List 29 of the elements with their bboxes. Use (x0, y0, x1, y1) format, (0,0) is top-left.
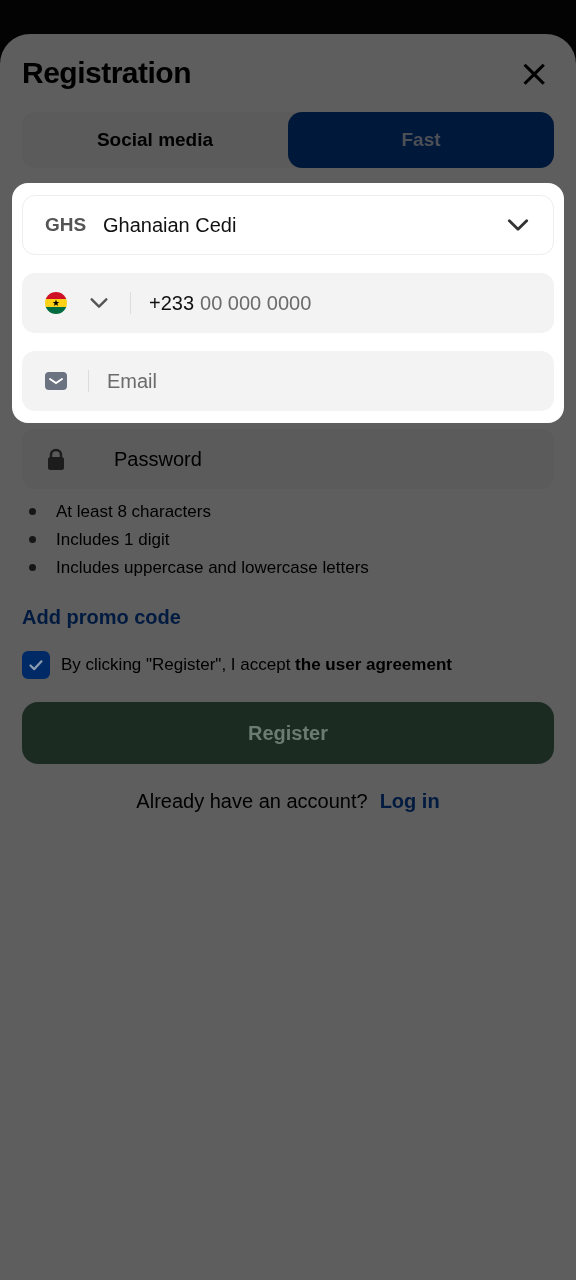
tab[interactable]: Fast (288, 112, 554, 168)
login-link[interactable]: Log in (379, 790, 440, 813)
promo-code-link[interactable]: Add promo code (22, 606, 554, 629)
tab[interactable]: Social media (22, 112, 288, 168)
bullet-icon (29, 508, 36, 515)
bullet-icon (29, 564, 36, 571)
sheet-title: Registration (22, 56, 192, 90)
envelope-icon (44, 369, 68, 393)
flag-icon (44, 291, 68, 315)
currency-name: Ghanaian Cedi (103, 213, 238, 237)
dial-code: +233 (149, 291, 195, 315)
register-button[interactable]: Register (22, 702, 554, 764)
phone-field[interactable]: +233 00 000 0000 (22, 273, 554, 333)
bullet-icon (29, 536, 36, 543)
requirement-text: Includes uppercase and lowercase letters (56, 557, 369, 578)
country-select-button[interactable] (44, 291, 110, 315)
requirement-text: At least 8 characters (56, 501, 211, 522)
currency-select[interactable]: GHS Ghanaian Cedi (22, 195, 554, 255)
password-field[interactable]: Password (22, 429, 554, 489)
phone-number-input[interactable]: 00 000 0000 (200, 291, 532, 315)
email-field[interactable]: Email (22, 351, 554, 411)
close-button[interactable]: × (514, 54, 554, 92)
currency-code: GHS (45, 214, 88, 236)
email-input[interactable]: Email (107, 369, 532, 393)
agreement-checkbox[interactable] (22, 651, 50, 679)
requirement-text: Includes 1 digit (56, 529, 170, 550)
password-input[interactable]: Password (114, 447, 532, 471)
agreement-text: By clicking "Register", I accept the user agreement (61, 655, 452, 675)
login-prompt: Already have an account? (136, 790, 368, 813)
